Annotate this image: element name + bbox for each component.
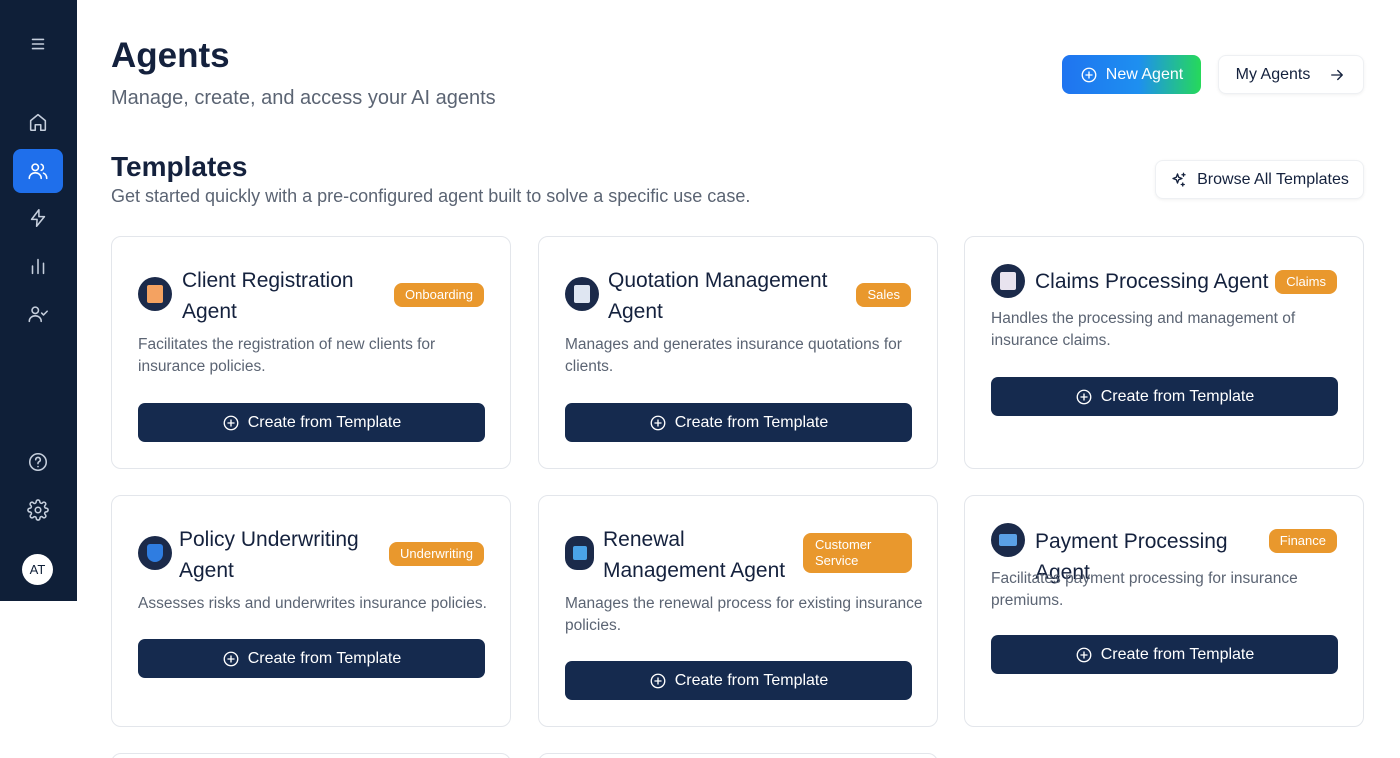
template-card: Quotation Management Agent Sales Manages… [538, 236, 938, 469]
lightning-icon[interactable] [13, 196, 63, 240]
plus-circle-icon [1076, 389, 1092, 404]
template-card: Claims Processing Agent Claims Handles t… [964, 236, 1364, 469]
registration-icon [138, 277, 172, 311]
category-badge: Customer Service [803, 533, 912, 573]
card-title: Claims Processing Agent [1035, 270, 1269, 293]
users-icon[interactable] [13, 149, 63, 193]
template-card: Renewal Management Agent Customer Servic… [538, 495, 938, 727]
new-agent-button[interactable]: New Agent [1062, 55, 1201, 94]
user-check-icon[interactable] [13, 292, 63, 336]
browse-all-templates-label: Browse All Templates [1197, 170, 1349, 188]
create-from-template-button[interactable]: Create from Template [991, 377, 1338, 416]
bar-chart-icon[interactable] [13, 244, 63, 288]
arrow-right-icon [1331, 69, 1344, 80]
templates-title: Templates [111, 151, 248, 182]
card-title: Quotation Management Agent [608, 269, 828, 323]
document-icon [565, 277, 599, 311]
plus-circle-icon [223, 415, 239, 430]
card-title: Policy Underwriting Agent [179, 528, 359, 582]
category-badge: Claims [1275, 270, 1337, 294]
menu-icon[interactable] [13, 22, 63, 66]
create-from-template-label: Create from Template [1100, 387, 1255, 405]
avatar[interactable]: AT [22, 554, 53, 585]
templates-subtitle: Get started quickly with a pre-configure… [111, 186, 751, 206]
create-from-template-label: Create from Template [247, 649, 402, 667]
sidebar: AT [0, 0, 77, 601]
credit-card-icon [991, 523, 1025, 557]
help-icon[interactable] [13, 440, 63, 484]
category-badge: Onboarding [394, 283, 484, 307]
create-from-template-label: Create from Template [674, 671, 829, 689]
plus-circle-icon [650, 673, 666, 688]
template-card [538, 753, 938, 758]
browse-all-templates-button[interactable]: Browse All Templates [1155, 160, 1364, 199]
card-description: Handles the processing and management of… [991, 310, 1296, 349]
create-from-template-label: Create from Template [1100, 645, 1255, 663]
create-from-template-label: Create from Template [674, 413, 829, 431]
create-from-template-button[interactable]: Create from Template [565, 403, 912, 442]
template-card: Payment Processing Agent Finance Facilit… [964, 495, 1364, 727]
card-description: Assesses risks and underwrites insurance… [138, 595, 487, 612]
my-agents-label: My Agents [1235, 65, 1311, 83]
card-title: Renewal Management Agent [603, 528, 786, 582]
plus-circle-icon [1076, 647, 1092, 662]
claims-icon [991, 264, 1025, 298]
shield-icon [138, 536, 172, 570]
create-from-template-button[interactable]: Create from Template [565, 661, 912, 700]
create-from-template-label: Create from Template [247, 413, 402, 431]
create-from-template-button[interactable]: Create from Template [138, 639, 485, 678]
template-card: Policy Underwriting Agent Underwriting A… [111, 495, 511, 727]
card-title: Client Registration Agent [182, 269, 354, 323]
category-badge: Finance [1268, 529, 1337, 553]
page-subtitle: Manage, create, and access your AI agent… [111, 87, 496, 109]
category-badge: Underwriting [389, 542, 484, 566]
template-card: Client Registration Agent Onboarding Fac… [111, 236, 511, 469]
create-from-template-button[interactable]: Create from Template [991, 635, 1338, 674]
new-agent-label: New Agent [1105, 65, 1184, 83]
renew-icon [565, 536, 594, 570]
plus-circle-icon [650, 415, 666, 430]
category-badge: Sales [856, 283, 911, 307]
template-card [111, 753, 511, 758]
card-description: Facilitates the registration of new clie… [138, 336, 436, 375]
settings-icon[interactable] [13, 488, 63, 532]
plus-circle-icon [1081, 67, 1097, 82]
create-from-template-button[interactable]: Create from Template [138, 403, 485, 442]
card-description: Manages and generates insurance quotatio… [565, 336, 902, 375]
page-title: Agents [111, 36, 230, 75]
sparkles-icon [1172, 172, 1186, 187]
card-description: Manages the renewal process for existing… [565, 595, 923, 634]
my-agents-button[interactable]: My Agents [1218, 55, 1364, 94]
home-icon[interactable] [13, 100, 63, 144]
card-description: Facilitates payment processing for insur… [991, 570, 1298, 609]
plus-circle-icon [223, 651, 239, 666]
